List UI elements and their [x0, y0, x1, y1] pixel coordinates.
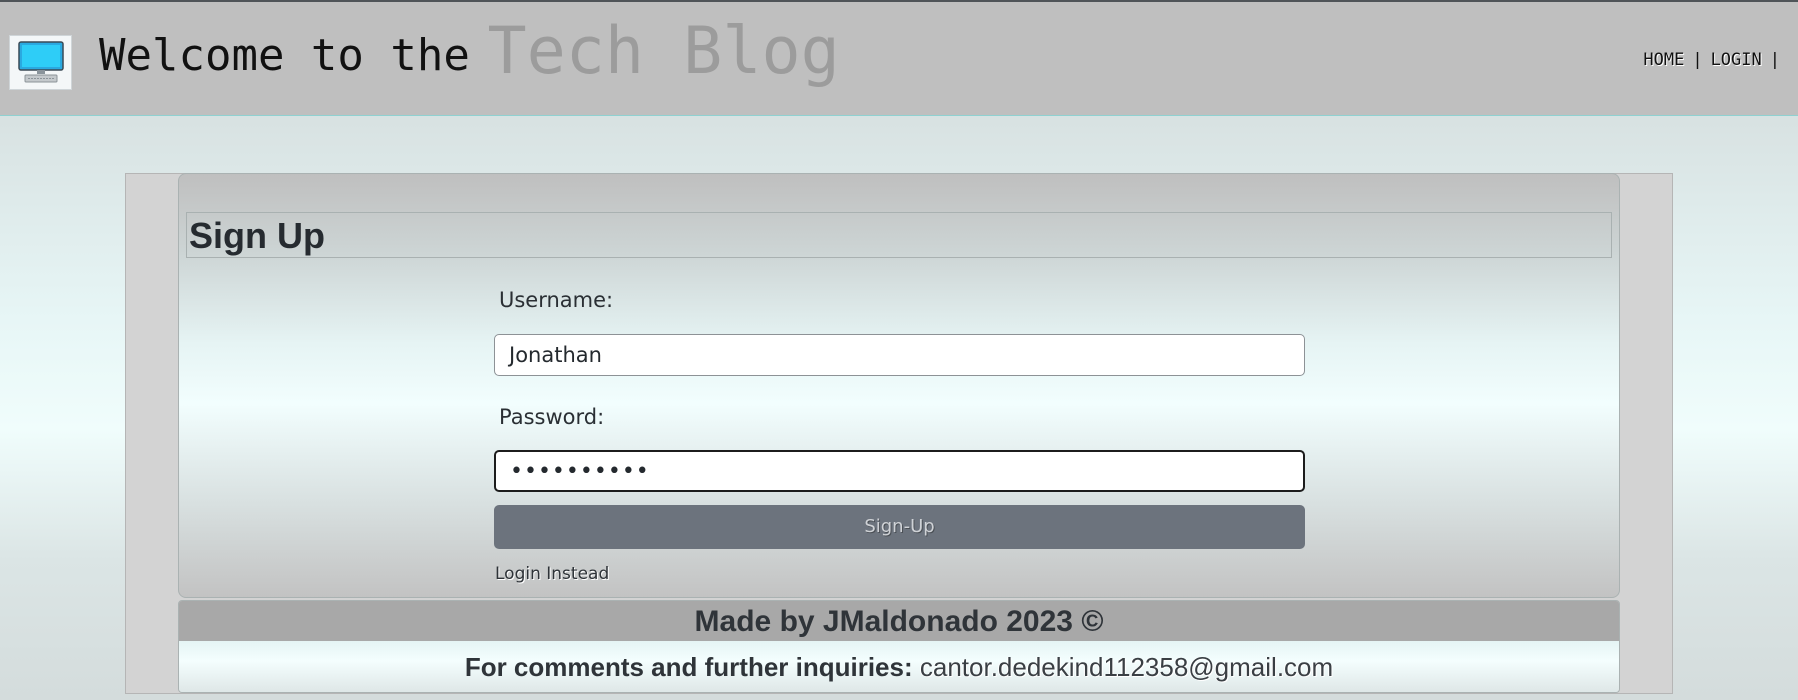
site-title: Welcome to the Tech Blog [99, 16, 840, 106]
contact-email-link[interactable]: cantor.dedekind112358@gmail.com [920, 652, 1333, 682]
footer-contact: For comments and further inquiries: cant… [179, 641, 1619, 692]
top-nav: HOME | LOGIN | [1643, 50, 1788, 70]
contact-label: For comments and further inquiries: [464, 652, 913, 682]
nav-separator: | [1769, 50, 1780, 70]
signup-card: Sign Up Username: Jonathan Password: •••… [178, 173, 1620, 598]
computer-monitor-icon [18, 41, 64, 83]
site-header: Welcome to the Tech Blog HOME | LOGIN | [0, 2, 1798, 116]
nav-home-link[interactable]: HOME [1643, 50, 1684, 70]
username-input[interactable]: Jonathan [494, 334, 1305, 376]
signup-button[interactable]: Sign-Up [494, 505, 1305, 549]
page-footer: Made by JMaldonado 2023 © For comments a… [178, 600, 1620, 693]
username-label: Username: [499, 288, 614, 312]
nav-separator: | [1692, 50, 1703, 70]
brand-text: Tech Blog [487, 14, 840, 89]
signup-title: Sign Up [186, 212, 1612, 258]
logo[interactable] [9, 35, 72, 90]
password-input[interactable]: •••••••••• [494, 450, 1305, 492]
password-label: Password: [499, 405, 605, 429]
footer-credit: Made by JMaldonado 2023 © [179, 601, 1619, 641]
welcome-text: Welcome to the [99, 30, 470, 81]
nav-login-link[interactable]: LOGIN [1711, 50, 1762, 70]
login-instead-link[interactable]: Login Instead [495, 564, 609, 584]
